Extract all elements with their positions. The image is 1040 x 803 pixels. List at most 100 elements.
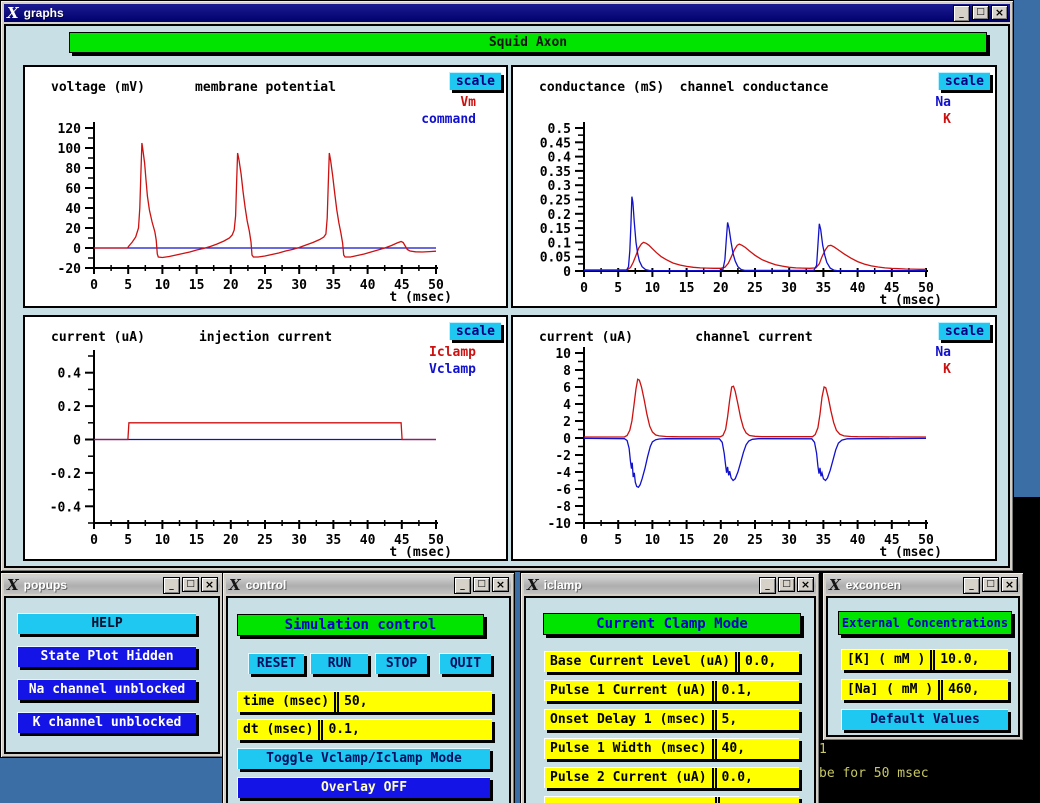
- svg-text:0: 0: [90, 278, 98, 293]
- svg-text:t (msec): t (msec): [389, 290, 452, 305]
- plot-title: membrane potential: [85, 80, 446, 95]
- scale-button[interactable]: scale: [449, 72, 501, 90]
- svg-text:t (msec): t (msec): [879, 545, 942, 559]
- desktop: 1 be for 50 msec X graphs _ □ × Squid Ax…: [0, 0, 1040, 803]
- svg-text:20: 20: [65, 222, 81, 237]
- close-icon[interactable]: ×: [201, 577, 218, 592]
- x11-logo-icon: X: [829, 578, 841, 593]
- svg-text:35: 35: [816, 281, 832, 296]
- onset-delay1-field-value[interactable]: 5: [715, 710, 799, 730]
- pulse1-current-field-value[interactable]: 0.1: [715, 681, 799, 701]
- svg-text:80: 80: [65, 162, 81, 177]
- channel-current-chart: 1086420-2-4-6-8-1005101520253035404550t …: [513, 317, 995, 559]
- svg-text:15: 15: [679, 281, 695, 296]
- overlay-toggle-button[interactable]: Overlay OFF: [237, 777, 490, 798]
- k-channel-toggle-button[interactable]: K channel unblocked: [17, 712, 196, 733]
- iclamp-titlebar[interactable]: X iclamp _ □ ×: [524, 576, 816, 594]
- svg-text:0.1: 0.1: [548, 236, 572, 251]
- legend-entry: Vclamp: [429, 361, 476, 378]
- k-concentration-field-label: [K] ( mM ): [842, 650, 932, 670]
- legend-entry: K: [935, 361, 951, 378]
- na-channel-toggle-button[interactable]: Na channel unblocked: [17, 679, 196, 700]
- svg-text:40: 40: [850, 281, 866, 296]
- x11-logo-icon: X: [7, 578, 19, 593]
- minimize-icon[interactable]: _: [759, 577, 776, 594]
- x11-logo-icon: X: [527, 578, 539, 593]
- dt-field-value[interactable]: 0.1: [321, 720, 492, 740]
- close-icon[interactable]: ×: [991, 5, 1008, 20]
- close-icon[interactable]: ×: [797, 577, 814, 592]
- help-button[interactable]: HELP: [17, 613, 196, 634]
- scale-button[interactable]: scale: [938, 72, 990, 90]
- minimize-icon[interactable]: _: [163, 577, 180, 594]
- svg-text:-4: -4: [555, 466, 571, 481]
- quit-button[interactable]: QUIT: [439, 653, 491, 674]
- window-title: graphs: [24, 6, 64, 20]
- exconcen-window: X exconcen _ □ × External Concentrations…: [822, 572, 1024, 741]
- svg-text:25: 25: [747, 281, 763, 296]
- svg-text:0.5: 0.5: [548, 122, 571, 137]
- svg-text:-0.4: -0.4: [50, 500, 81, 515]
- control-titlebar[interactable]: X control _ □ ×: [226, 576, 511, 594]
- svg-text:30: 30: [781, 281, 797, 296]
- na-concentration-field-value[interactable]: 460: [941, 680, 1008, 700]
- reset-button[interactable]: RESET: [248, 653, 304, 674]
- svg-text:40: 40: [360, 533, 376, 548]
- svg-text:10: 10: [555, 347, 571, 362]
- graphs-window: X graphs _ □ × Squid Axon 12010080604020…: [0, 0, 1014, 572]
- maximize-icon[interactable]: □: [473, 577, 490, 592]
- svg-text:10: 10: [645, 533, 661, 548]
- window-title: exconcen: [846, 578, 901, 592]
- popups-titlebar[interactable]: X popups _ □ ×: [4, 576, 220, 594]
- close-icon[interactable]: ×: [1001, 577, 1018, 592]
- scale-button[interactable]: scale: [449, 322, 501, 340]
- legend-entry: Na: [935, 94, 951, 111]
- svg-text:-8: -8: [555, 500, 571, 515]
- svg-text:15: 15: [679, 533, 695, 548]
- svg-text:5: 5: [614, 533, 622, 548]
- svg-text:0.35: 0.35: [540, 165, 571, 180]
- clipped-field-value[interactable]: [718, 797, 799, 803]
- toggle-clamp-mode-button[interactable]: Toggle Vclamp/Iclamp Mode: [237, 748, 490, 769]
- window-title: popups: [24, 578, 67, 592]
- terminal-window-background: [1012, 497, 1040, 577]
- svg-text:-10: -10: [548, 517, 572, 532]
- svg-text:100: 100: [58, 142, 82, 157]
- svg-text:6: 6: [563, 381, 571, 396]
- pulse2-current-field-value[interactable]: 0.0: [715, 768, 799, 788]
- legend-entry: K: [935, 111, 951, 128]
- close-icon[interactable]: ×: [492, 577, 509, 592]
- maximize-icon[interactable]: □: [778, 577, 795, 592]
- maximize-icon[interactable]: □: [982, 577, 999, 592]
- svg-text:0.2: 0.2: [58, 400, 81, 415]
- maximize-icon[interactable]: □: [972, 5, 989, 20]
- svg-text:t (msec): t (msec): [879, 293, 942, 306]
- run-button[interactable]: RUN: [310, 653, 368, 674]
- svg-text:40: 40: [65, 202, 81, 217]
- base-current-field-value[interactable]: 0.0: [738, 652, 799, 672]
- maximize-icon[interactable]: □: [182, 577, 199, 592]
- svg-text:0.4: 0.4: [548, 151, 572, 166]
- minimize-icon[interactable]: _: [454, 577, 471, 594]
- default-values-button[interactable]: Default Values: [841, 709, 1008, 730]
- k-concentration-field-value[interactable]: 10.0: [933, 650, 1008, 670]
- pulse1-width-field: Pulse 1 Width (msec) 40: [544, 738, 799, 759]
- popups-window: X popups _ □ × HELP State Plot Hidden Na…: [0, 572, 224, 758]
- minimize-icon[interactable]: _: [953, 5, 970, 22]
- scale-button[interactable]: scale: [938, 322, 990, 340]
- time-field-value[interactable]: 50: [337, 692, 492, 712]
- membrane-potential-panel: 120100806040200-2005101520253035404550t …: [23, 65, 508, 308]
- svg-text:0: 0: [563, 265, 571, 280]
- stop-button[interactable]: STOP: [375, 653, 427, 674]
- base-current-field: Base Current Level (uA) 0.0: [544, 651, 799, 672]
- svg-text:5: 5: [124, 533, 132, 548]
- state-plot-toggle-button[interactable]: State Plot Hidden: [17, 646, 196, 667]
- graphs-titlebar[interactable]: X graphs _ □ ×: [4, 4, 1010, 22]
- clipped-field-label: [545, 797, 717, 803]
- time-field: time (msec) 50: [237, 691, 492, 712]
- exconcen-titlebar[interactable]: X exconcen _ □ ×: [826, 576, 1020, 594]
- pulse1-width-field-value[interactable]: 40: [715, 739, 799, 759]
- minimize-icon[interactable]: _: [963, 577, 980, 594]
- current-clamp-mode-banner: Current Clamp Mode: [543, 613, 801, 635]
- iclamp-window: X iclamp _ □ × Current Clamp Mode Base C…: [520, 572, 820, 803]
